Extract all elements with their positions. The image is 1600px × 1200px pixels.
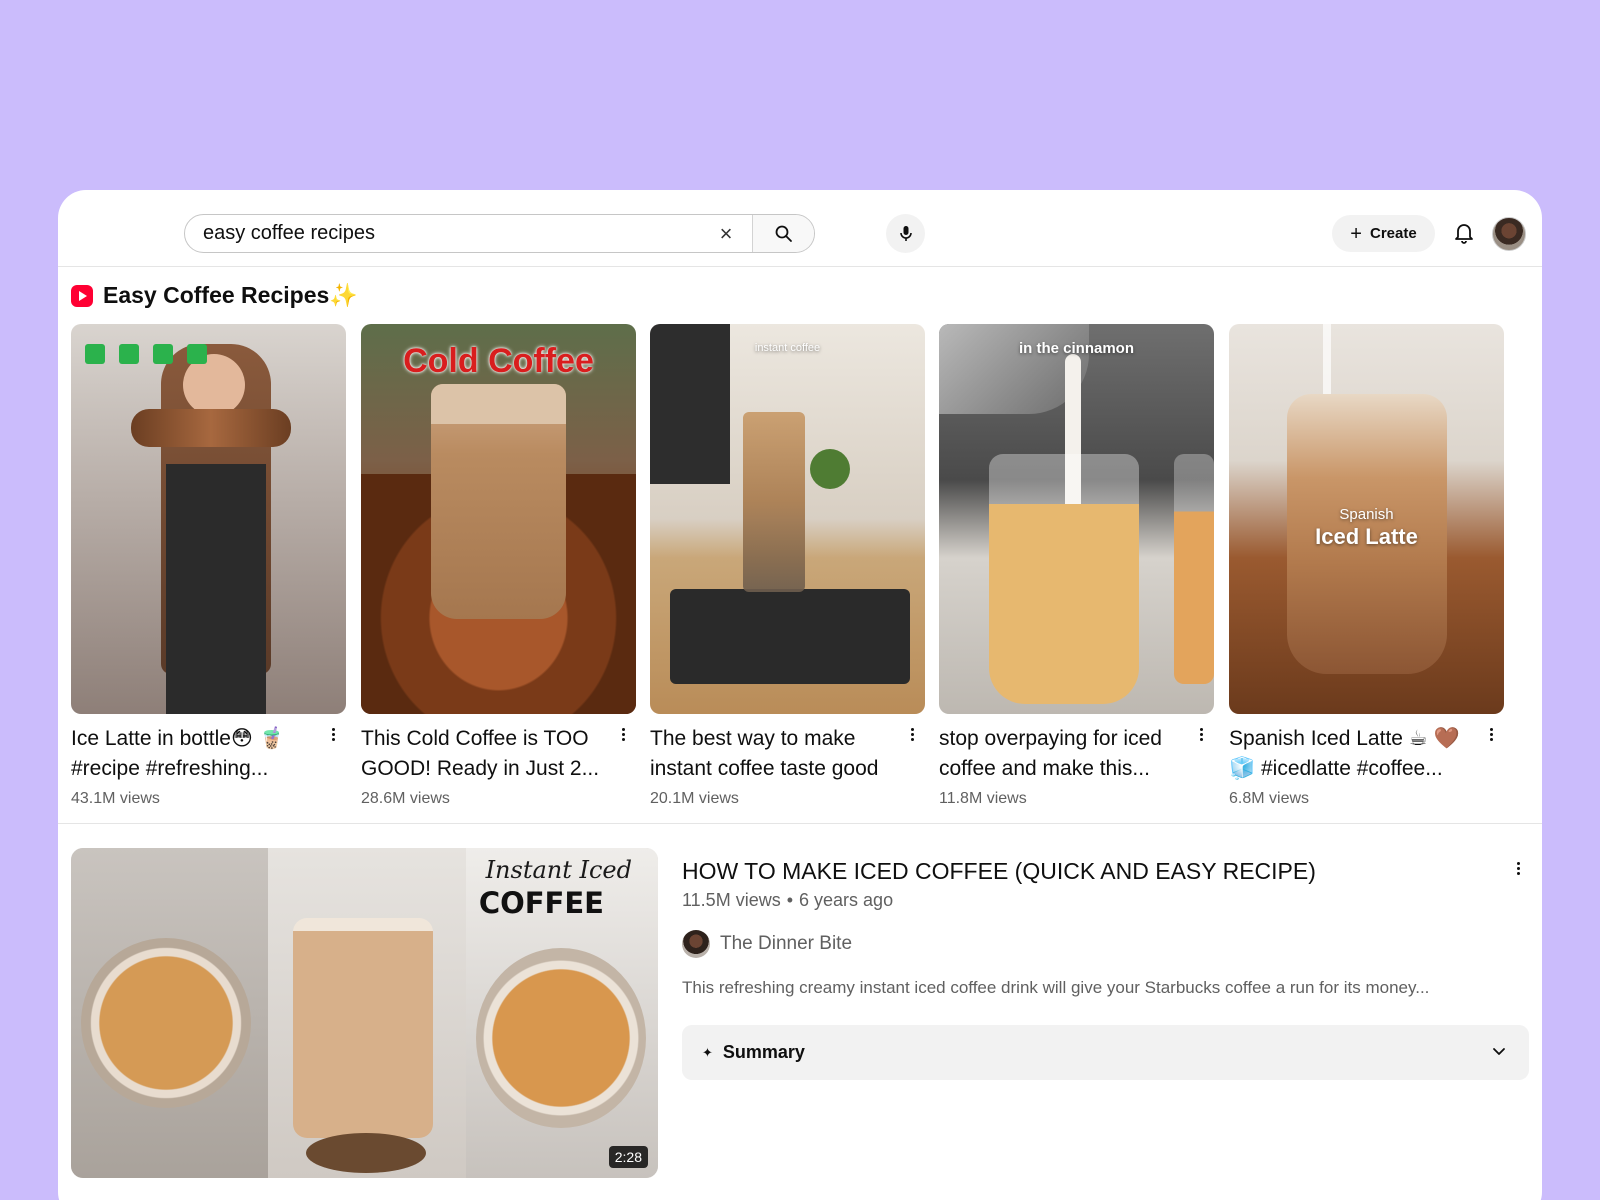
short-card[interactable]: Cold Coffee This Cold Coffee is TOO GOOD… (361, 324, 636, 808)
channel-name[interactable]: The Dinner Bite (720, 933, 852, 955)
search-bar: easy coffee recipes × (184, 214, 815, 253)
short-title[interactable]: Ice Latte in bottle😳 🧋 #recipe #refreshi… (71, 724, 315, 784)
meta-separator: • (786, 890, 794, 910)
shorts-icon (71, 284, 93, 307)
short-thumbnail[interactable] (71, 324, 346, 714)
video-meta: 11.5M views • 6 years ago (682, 890, 893, 911)
chevron-down-icon (1493, 1048, 1505, 1055)
clear-search-button[interactable]: × (714, 221, 738, 246)
user-avatar[interactable] (1492, 217, 1526, 251)
microphone-icon (899, 225, 912, 241)
short-views: 43.1M views (71, 790, 160, 807)
short-views: 20.1M views (650, 790, 739, 807)
thumbnail-overlay-text: in the cinnamon (1018, 340, 1134, 357)
video-description: This refreshing creamy instant iced coff… (682, 978, 1430, 997)
shelf-title-text: Easy Coffee Recipes✨ (103, 282, 358, 308)
more-options-icon[interactable] (1484, 724, 1498, 744)
search-icon (775, 225, 792, 242)
short-views: 28.6M views (361, 790, 450, 807)
short-thumbnail[interactable]: instant coffee (650, 324, 925, 714)
thumbnail-script-text: Instant Iced (485, 856, 632, 884)
more-options-icon[interactable] (326, 724, 340, 744)
short-title[interactable]: This Cold Coffee is TOO GOOD! Ready in J… (361, 724, 605, 784)
search-button[interactable] (752, 215, 814, 252)
short-card[interactable]: Ice Latte in bottle😳 🧋 #recipe #refreshi… (71, 324, 346, 808)
more-options-icon[interactable] (1194, 724, 1208, 744)
short-title[interactable]: stop overpaying for iced coffee and make… (939, 724, 1183, 784)
short-card[interactable]: instant coffee The best way to make inst… (650, 324, 925, 808)
sparkle-icon: ✦ (702, 1044, 713, 1060)
thumbnail-overlay-text: instant coffee (754, 342, 821, 354)
channel-avatar[interactable] (682, 930, 710, 958)
short-thumbnail[interactable]: Cold Coffee (361, 324, 636, 714)
search-query: easy coffee recipes (203, 222, 375, 244)
shorts-shelf-title: Easy Coffee Recipes✨ (71, 282, 358, 309)
thumbnail-overlay-text: Cold Coffee (403, 342, 594, 380)
short-card[interactable]: in the cinnamon stop overpaying for iced… (939, 324, 1214, 808)
short-thumbnail[interactable]: Spanish Iced Latte (1229, 324, 1504, 714)
notifications-bell-icon[interactable] (1452, 220, 1476, 246)
short-views: 11.8M views (939, 790, 1027, 807)
short-thumbnail[interactable]: in the cinnamon (939, 324, 1214, 714)
video-thumbnail[interactable]: Instant Iced COFFEE 2:28 (71, 848, 658, 1178)
video-title[interactable]: HOW TO MAKE ICED COFFEE (QUICK AND EASY … (682, 858, 1472, 885)
search-input[interactable]: easy coffee recipes × (185, 215, 752, 252)
upload-age: 6 years ago (799, 890, 894, 910)
top-bar: easy coffee recipes × + Create (58, 190, 1542, 267)
summary-label: Summary (722, 1042, 805, 1062)
thumbnail-title-text: COFFEE (478, 886, 604, 920)
plus-icon: + (1350, 222, 1362, 245)
voice-search-button[interactable] (886, 214, 925, 253)
section-divider (58, 823, 1542, 824)
create-button[interactable]: + Create (1332, 215, 1435, 252)
more-options-icon[interactable] (1511, 858, 1525, 878)
more-options-icon[interactable] (616, 724, 630, 744)
short-title[interactable]: Spanish Iced Latte ☕ 🤎 🧊 #icedlatte #cof… (1229, 724, 1473, 784)
browser-window: easy coffee recipes × + Create Easy Coff… (58, 190, 1542, 1200)
thumbnail-overlay-text: Iced Latte (1315, 524, 1418, 549)
view-count: 11.5M views (682, 890, 781, 910)
short-card[interactable]: Spanish Iced Latte Spanish Iced Latte ☕ … (1229, 324, 1504, 808)
short-views: 6.8M views (1229, 790, 1310, 807)
summary-expander[interactable]: ✦ Summary (682, 1025, 1529, 1080)
channel-link[interactable]: The Dinner Bite (682, 930, 852, 958)
video-duration-badge: 2:28 (608, 1146, 648, 1168)
more-options-icon[interactable] (905, 724, 919, 744)
short-title[interactable]: The best way to make instant coffee tast… (650, 724, 894, 784)
thumbnail-overlay-small-text: Spanish (1339, 506, 1394, 523)
create-label: Create (1369, 225, 1417, 242)
